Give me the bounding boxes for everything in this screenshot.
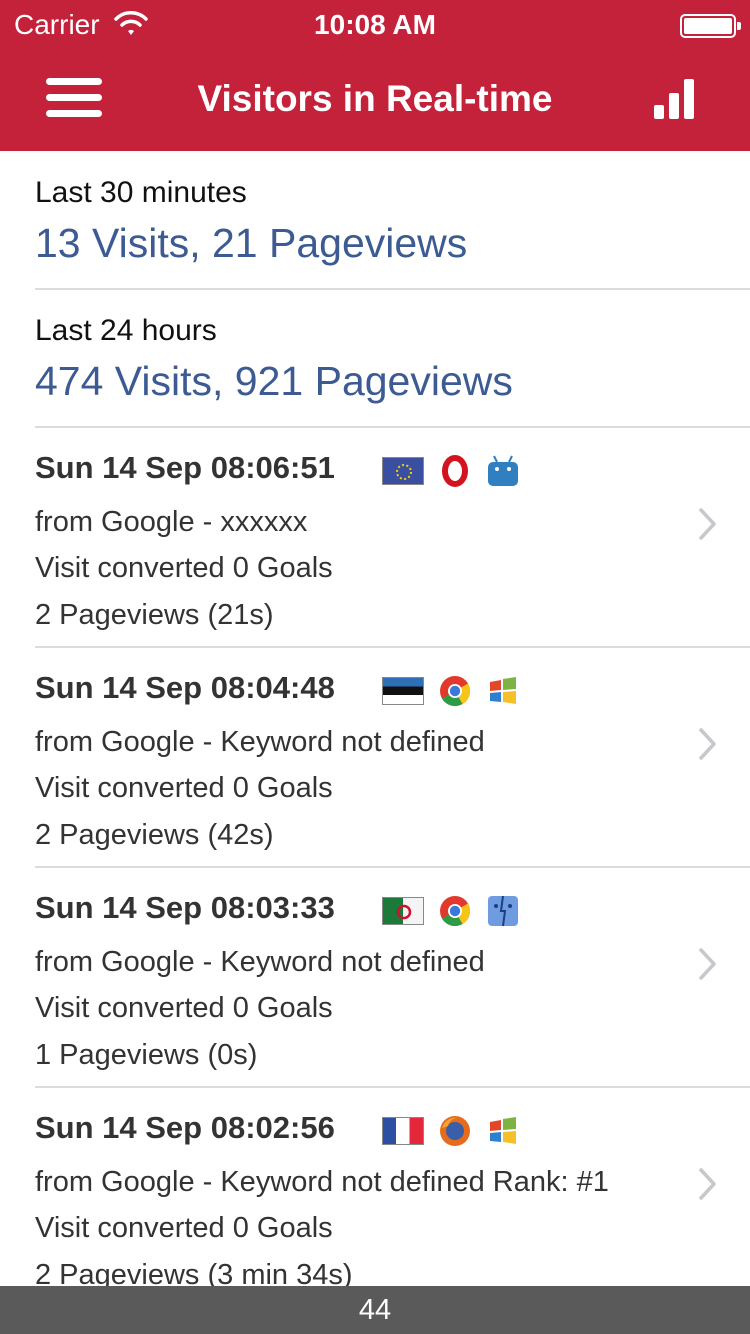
- visit-referrer: from Google - Keyword not defined Rank: …: [35, 1166, 609, 1198]
- summary-value: 474 Visits, 921 Pageviews: [35, 358, 513, 404]
- status-time: 10:08 AM: [314, 9, 436, 40]
- visit-goals: Visit converted 0 Goals: [35, 772, 333, 804]
- summary-last-30-minutes: Last 30 minutes 13 Visits, 21 Pageviews: [35, 176, 750, 267]
- navigation-bar: Carrier 10:08 AM Visitors in Real-time: [0, 0, 750, 151]
- visit-referrer: from Google - Keyword not defined: [35, 946, 485, 978]
- visit-goals: Visit converted 0 Goals: [35, 992, 333, 1024]
- visit-row[interactable]: Sun 14 Sep 08:06:51 from Google - xxxxxx…: [0, 428, 750, 648]
- visit-row[interactable]: Sun 14 Sep 08:03:33 from Google - Keywor…: [0, 868, 750, 1088]
- visit-referrer: from Google - Keyword not defined: [35, 726, 485, 758]
- chevron-right-icon: [699, 1168, 716, 1200]
- visit-row[interactable]: Sun 14 Sep 08:02:56 from Google - Keywor…: [0, 1088, 750, 1308]
- chevron-right-icon: [699, 508, 716, 540]
- visit-datetime: Sun 14 Sep 08:06:51: [35, 450, 335, 485]
- visit-datetime: Sun 14 Sep 08:04:48: [35, 670, 335, 705]
- chevron-right-icon: [699, 948, 716, 980]
- algeria-flag-icon: [382, 897, 424, 925]
- visit-pageviews: 1 Pageviews (0s): [35, 1039, 258, 1071]
- visitor-count-bar: 44: [0, 1286, 750, 1334]
- windows-icon: [486, 1114, 520, 1148]
- opera-icon: [438, 454, 472, 488]
- chrome-icon: [438, 894, 472, 928]
- visit-referrer: from Google - xxxxxx: [35, 506, 308, 538]
- summary-label: Last 24 hours: [35, 314, 217, 347]
- france-flag-icon: [382, 1117, 424, 1145]
- android-icon: [486, 454, 520, 488]
- chevron-right-icon: [699, 728, 716, 760]
- firefox-icon: [438, 1114, 472, 1148]
- divider: [35, 288, 750, 290]
- summary-last-24-hours: Last 24 hours 474 Visits, 921 Pageviews: [35, 314, 750, 405]
- visit-goals: Visit converted 0 Goals: [35, 552, 333, 584]
- chrome-icon: [438, 674, 472, 708]
- visitor-count: 44: [358, 1294, 392, 1326]
- visit-datetime: Sun 14 Sep 08:02:56: [35, 1110, 335, 1145]
- visit-pageviews: 2 Pageviews (42s): [35, 819, 274, 851]
- visit-pageviews: 2 Pageviews (21s): [35, 599, 274, 631]
- bar-chart-icon[interactable]: [654, 79, 696, 119]
- mac-finder-icon: [486, 894, 520, 928]
- battery-icon: [680, 14, 741, 38]
- visit-row[interactable]: Sun 14 Sep 08:04:48 from Google - Keywor…: [0, 648, 750, 868]
- estonia-flag-icon: [382, 677, 424, 705]
- windows-icon: [486, 674, 520, 708]
- eu-flag-icon: [382, 457, 424, 485]
- summary-label: Last 30 minutes: [35, 176, 247, 209]
- page-title: Visitors in Real-time: [197, 78, 553, 119]
- summary-value: 13 Visits, 21 Pageviews: [35, 220, 468, 266]
- visit-datetime: Sun 14 Sep 08:03:33: [35, 890, 335, 925]
- visit-goals: Visit converted 0 Goals: [35, 1212, 333, 1244]
- status-bar: Carrier 10:08 AM: [0, 0, 750, 50]
